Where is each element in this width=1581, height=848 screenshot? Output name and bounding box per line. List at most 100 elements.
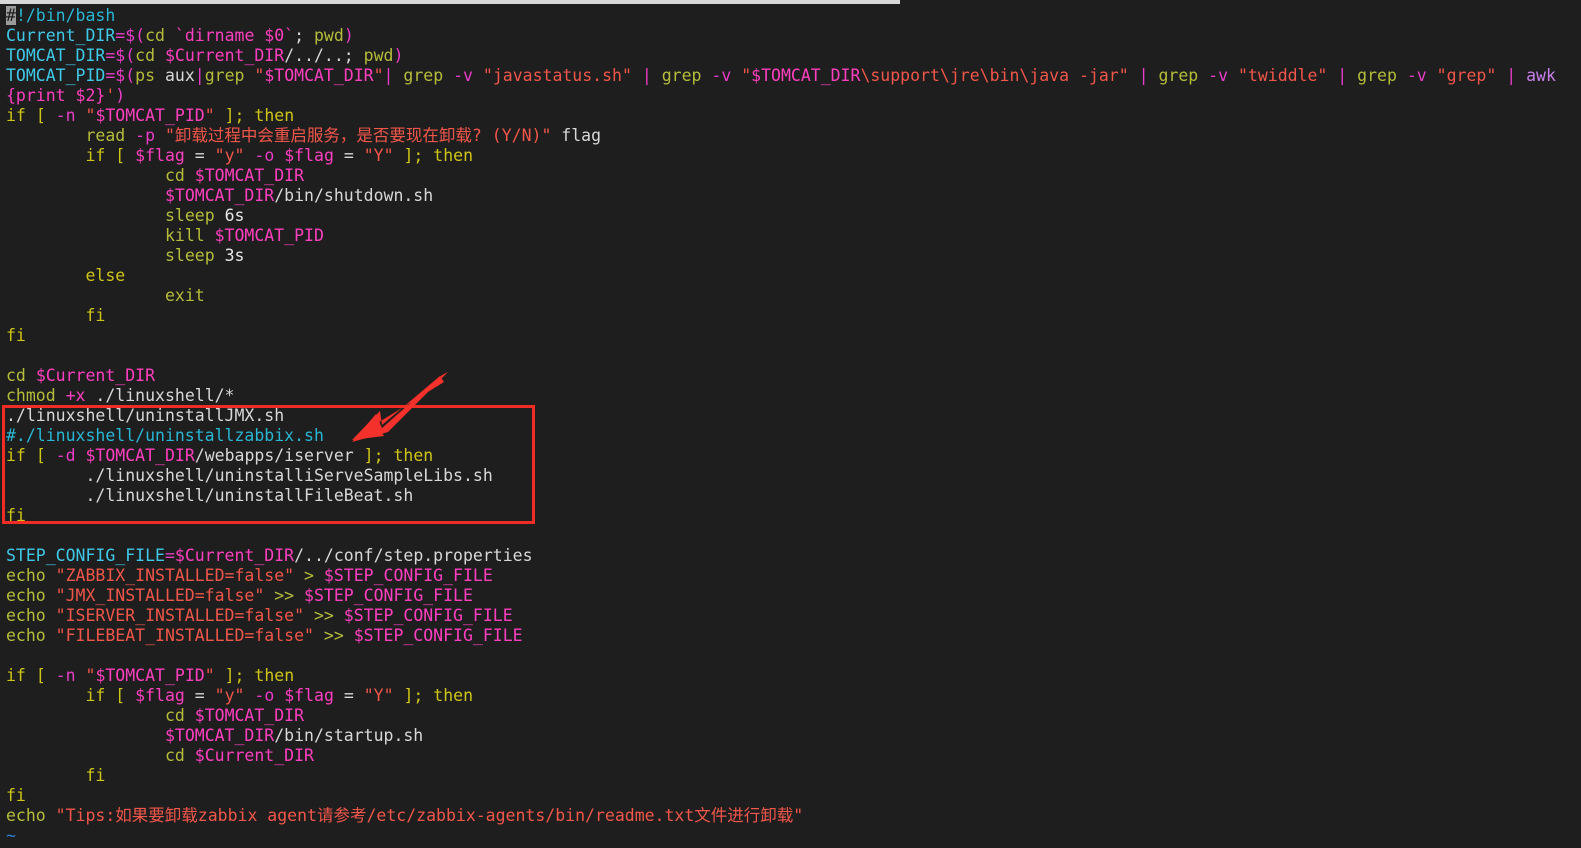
code-token: -v [1208, 66, 1238, 85]
code-token: =$( [105, 46, 136, 65]
code-token: $TOMCAT_DIR [164, 186, 275, 205]
code-line: ./linuxshell/uninstallJMX.sh [6, 406, 1581, 426]
code-token: $TOMCAT_DIR [264, 66, 374, 85]
code-token: echo [6, 586, 56, 605]
code-token: awk [1526, 66, 1556, 85]
code-token: $Current_DIR [164, 46, 285, 65]
code-token: = [333, 146, 364, 165]
code-token: [ [35, 106, 56, 125]
code-token: Current_DIR [6, 26, 116, 45]
code-token: if [85, 146, 116, 165]
code-line: fi [6, 786, 1581, 806]
code-token: then [254, 106, 295, 125]
code-line: Current_DIR=$(cd `dirname $0`; pwd) [6, 26, 1581, 46]
code-token: fi [6, 326, 26, 345]
code-token: {print $2} [6, 86, 106, 105]
code-token: =$( [105, 66, 136, 85]
code-line: $TOMCAT_DIR/bin/startup.sh [6, 726, 1581, 746]
code-token: " [254, 66, 265, 85]
code-token: cd [164, 706, 195, 725]
code-line: #./linuxshell/uninstallzabbix.sh [6, 426, 1581, 446]
code-token: then [393, 446, 434, 465]
code-token: [ [115, 686, 136, 705]
code-token: $TOMCAT_DIR [751, 66, 861, 85]
code-token: =$( [115, 26, 146, 45]
code-token: ' [105, 86, 116, 105]
code-token: $STEP_CONFIG_FILE [323, 566, 493, 585]
code-token: $TOMCAT_PID [214, 226, 324, 245]
code-token: $TOMCAT_DIR [194, 166, 305, 185]
code-token: /bin/startup.sh [274, 726, 424, 745]
code-token: " [373, 66, 384, 85]
code-token: kill [164, 226, 215, 245]
code-token: | [1337, 66, 1358, 85]
code-line: cd $TOMCAT_DIR [6, 166, 1581, 186]
code-line: fi [6, 506, 1581, 526]
code-token: "JMX_INSTALLED=false" [55, 586, 265, 605]
code-line: echo "JMX_INSTALLED=false" >> $STEP_CONF… [6, 586, 1581, 606]
vim-filler-tilde: ~ [6, 826, 1581, 846]
code-token: cd [164, 166, 195, 185]
code-token: $STEP_CONFIG_FILE [353, 626, 523, 645]
code-token: grep [1357, 66, 1407, 85]
code-token: ) [115, 86, 126, 105]
code-line: #!/bin/bash [6, 6, 1581, 26]
code-token: = [184, 686, 215, 705]
code-token: TOMCAT_PID [6, 66, 106, 85]
code-token: ./linuxshell/* [85, 386, 235, 405]
code-line: chmod +x ./linuxshell/* [6, 386, 1581, 406]
code-token: " [204, 666, 215, 685]
code-token: fi [85, 766, 106, 785]
code-token: grep [204, 66, 255, 85]
code-line: if [ -d $TOMCAT_DIR/webapps/iserver ]; t… [6, 446, 1581, 466]
code-token: STEP_CONFIG_FILE [6, 546, 165, 565]
code-token: "ISERVER_INSTALLED=false" [55, 606, 305, 625]
code-line: cd $TOMCAT_DIR [6, 706, 1581, 726]
code-token: -o [254, 146, 285, 165]
code-token: then [254, 666, 295, 685]
code-token: = [184, 146, 215, 165]
code-line: if [ $flag = "y" -o $flag = "Y" ]; then [6, 146, 1581, 166]
code-token: ]; [393, 686, 434, 705]
code-token: "y" [214, 146, 245, 165]
code-token: -n [55, 106, 86, 125]
code-line: ./linuxshell/uninstallFileBeat.sh [6, 486, 1581, 506]
code-token: $flag [284, 686, 334, 705]
code-line: if [ -n "$TOMCAT_PID" ]; then [6, 106, 1581, 126]
code-line: {print $2}') [6, 86, 1581, 106]
code-token: ./linuxshell/uninstalliServeSampleLibs.s… [6, 466, 493, 485]
code-line: kill $TOMCAT_PID [6, 226, 1581, 246]
code-line: cd $Current_DIR [6, 366, 1581, 386]
code-token: -v [453, 66, 483, 85]
code-token: "Tips:如果要卸载zabbix agent请参考/etc/zabbix-ag… [55, 806, 804, 825]
code-token: ]; [214, 106, 255, 125]
code-token: !/bin/bash [15, 6, 116, 25]
code-token: fi [6, 506, 26, 525]
code-line: fi [6, 326, 1581, 346]
code-token: "y" [214, 686, 245, 705]
code-token: read [85, 126, 136, 145]
code-token: $flag [284, 146, 334, 165]
code-line: if [ -n "$TOMCAT_PID" ]; then [6, 666, 1581, 686]
code-token: sleep [164, 206, 225, 225]
code-token: \support\jre\bin\java -jar" [860, 66, 1129, 85]
code-token: $Current_DIR [194, 746, 314, 765]
script-code-area[interactable]: #!/bin/bash Current_DIR=$(cd `dirname $0`… [0, 0, 1581, 846]
code-token: [ [115, 146, 136, 165]
code-token: echo [6, 566, 56, 585]
code-token: $Current_DIR [174, 546, 295, 565]
code-token: cd [135, 46, 165, 65]
